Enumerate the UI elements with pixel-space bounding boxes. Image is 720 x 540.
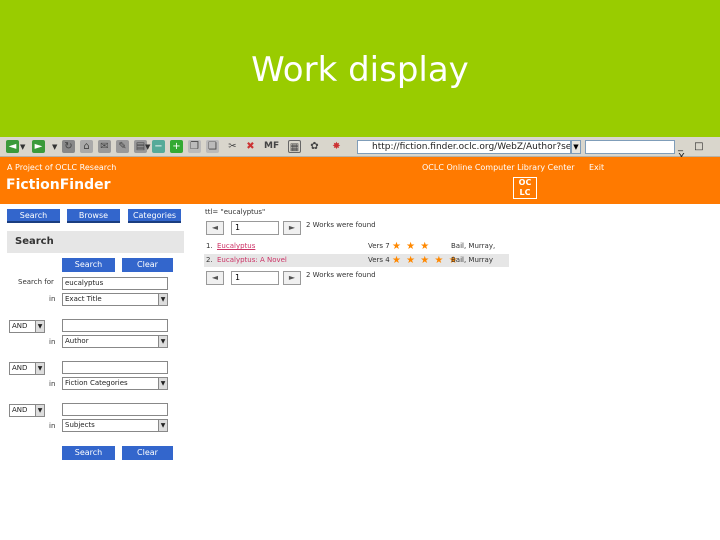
- chevron-down-icon: ▼: [158, 294, 167, 305]
- search-term-input-4[interactable]: [62, 403, 168, 416]
- nav-search-button[interactable]: Search: [7, 209, 60, 223]
- close-tab-icon[interactable]: ✖: [244, 140, 257, 153]
- reload-icon[interactable]: ↻: [62, 140, 75, 153]
- pager-top: ◄ 1 ► 2 Works were found: [206, 221, 516, 235]
- search-panel-header: Search: [7, 231, 184, 253]
- slide-header: Work display: [0, 0, 720, 137]
- bool-select-4-value: AND: [12, 406, 28, 414]
- paste-icon[interactable]: ❏: [206, 140, 219, 153]
- browser-toolbar: ◄ ▼ ► ▼ ↻ ⌂ ✉ ✎ ▤ ▼ − + ❐ ❏ ✂ ✖ MF ▦ ✿ ✸…: [0, 137, 720, 163]
- search-term-input-3[interactable]: [62, 361, 168, 374]
- chevron-down-icon: ▼: [35, 363, 44, 374]
- pager-bottom: ◄ 1 ► 2 Works were found: [206, 271, 516, 285]
- oclc-logo: OC LC: [513, 177, 537, 199]
- field-select-2[interactable]: Author ▼: [62, 335, 168, 348]
- results-count-bottom: 2 Works were found: [306, 271, 376, 279]
- in-label-1: in: [49, 295, 56, 303]
- search-term-input-1[interactable]: eucalyptus: [62, 277, 168, 290]
- bool-select-2-value: AND: [12, 322, 28, 330]
- bool-select-4[interactable]: AND ▼: [9, 404, 45, 417]
- stop-icon[interactable]: ✸: [330, 140, 343, 153]
- result-author: Bail, Murray,: [451, 242, 496, 250]
- clear-button-top[interactable]: Clear: [122, 258, 173, 272]
- rating-stars-icon: ★ ★ ★ ★ ★: [392, 255, 459, 266]
- fictionfinder-logo: FictionFinder: [6, 177, 111, 193]
- slide-title: Work display: [251, 50, 469, 90]
- oclc-label: OCLC Online Computer Library Center: [422, 163, 575, 172]
- chevron-down-icon: ▼: [158, 378, 167, 389]
- result-versions: Vers 7: [368, 242, 390, 250]
- zoom-in-icon[interactable]: +: [170, 140, 183, 153]
- fictionfinder-banner: A Project of OCLC Research FictionFinder…: [0, 157, 720, 204]
- field-select-1[interactable]: Exact Title ▼: [62, 293, 168, 306]
- next-page-button[interactable]: ►: [283, 221, 301, 235]
- clear-button-bottom[interactable]: Clear: [122, 446, 173, 460]
- field-select-3[interactable]: Fiction Categories ▼: [62, 377, 168, 390]
- nav-categories-button[interactable]: Categories: [128, 209, 181, 223]
- back-icon[interactable]: ◄: [6, 140, 19, 153]
- page-input-bottom[interactable]: 1: [231, 271, 279, 285]
- cut-icon[interactable]: ✂: [226, 140, 239, 153]
- results-count-top: 2 Works were found: [306, 221, 376, 229]
- search-button-top[interactable]: Search: [62, 258, 115, 272]
- prev-page-button-bottom[interactable]: ◄: [206, 271, 224, 285]
- back-dropdown-icon[interactable]: ▼: [20, 143, 25, 151]
- copy-icon[interactable]: ❐: [188, 140, 201, 153]
- browser-search-input[interactable]: [585, 140, 675, 154]
- search-for-label: Search for: [18, 278, 54, 286]
- bool-select-2[interactable]: AND ▼: [9, 320, 45, 333]
- bookmark-icon[interactable]: ✉: [98, 140, 111, 153]
- bool-select-3[interactable]: AND ▼: [9, 362, 45, 375]
- chevron-down-icon: ▼: [35, 405, 44, 416]
- history-icon[interactable]: ✎: [116, 140, 129, 153]
- result-row: 2. Eucalyptus: A Novel Vers 4 ★ ★ ★ ★ ★ …: [204, 254, 509, 267]
- grid-icon[interactable]: ▦: [288, 140, 301, 153]
- in-label-4: in: [49, 422, 56, 430]
- field-select-3-value: Fiction Categories: [65, 379, 128, 387]
- query-label: ttl= "eucalyptus": [205, 208, 266, 216]
- home-icon[interactable]: ⌂: [80, 140, 93, 153]
- tools-icon[interactable]: ✿: [308, 140, 321, 153]
- prev-page-button[interactable]: ◄: [206, 221, 224, 235]
- zoom-out-icon[interactable]: −: [152, 140, 165, 153]
- forward-dropdown-icon[interactable]: ▼: [52, 143, 57, 151]
- page-input-top[interactable]: 1: [231, 221, 279, 235]
- bool-select-3-value: AND: [12, 364, 28, 372]
- print-dropdown-icon[interactable]: ▼: [145, 143, 150, 151]
- url-bar[interactable]: http://fiction.finder.oclc.org/WebZ/Auth…: [357, 140, 571, 154]
- mf-icon[interactable]: MF: [264, 140, 279, 153]
- chevron-down-icon: ▼: [35, 321, 44, 332]
- project-label: A Project of OCLC Research: [7, 163, 117, 172]
- in-label-2: in: [49, 338, 56, 346]
- field-select-2-value: Author: [65, 337, 89, 345]
- url-dropdown-icon[interactable]: ▼: [571, 140, 581, 154]
- rating-stars-icon: ★ ★ ★: [392, 241, 431, 252]
- result-versions: Vers 4: [368, 256, 390, 264]
- chevron-down-icon: ▼: [158, 336, 167, 347]
- result-title-link[interactable]: Eucalyptus: [217, 240, 255, 253]
- field-select-4[interactable]: Subjects ▼: [62, 419, 168, 432]
- in-label-3: in: [49, 380, 56, 388]
- forward-icon[interactable]: ►: [32, 140, 45, 153]
- result-row: 1. Eucalyptus Vers 7 ★ ★ ★ Bail, Murray,: [204, 240, 509, 253]
- nav-browse-button[interactable]: Browse: [67, 209, 120, 223]
- search-button-bottom[interactable]: Search: [62, 446, 115, 460]
- search-term-input-2[interactable]: [62, 319, 168, 332]
- chevron-down-icon: ▼: [158, 420, 167, 431]
- result-title-link[interactable]: Eucalyptus: A Novel: [217, 254, 287, 267]
- result-author: Bail, Murray: [451, 256, 493, 264]
- field-select-1-value: Exact Title: [65, 295, 102, 303]
- result-number: 2.: [206, 256, 213, 264]
- search-sidebar: Search Browse Categories Search Search C…: [0, 204, 185, 474]
- field-select-4-value: Subjects: [65, 421, 95, 429]
- exit-link[interactable]: Exit: [589, 163, 604, 172]
- result-number: 1.: [206, 242, 213, 250]
- next-page-button-bottom[interactable]: ►: [283, 271, 301, 285]
